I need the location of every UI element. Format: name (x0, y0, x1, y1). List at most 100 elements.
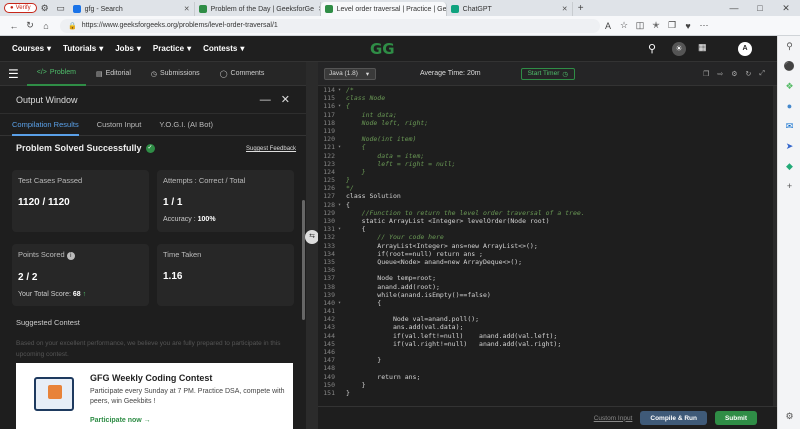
fold-icon[interactable] (338, 209, 346, 217)
read-aloud-icon[interactable]: A (600, 21, 616, 31)
maximize-icon[interactable]: □ (752, 3, 768, 13)
code-line[interactable]: 137 Node temp=root; (318, 274, 773, 282)
favorite-star-icon[interactable]: ☆ (616, 20, 632, 31)
avatar[interactable]: A (738, 42, 752, 56)
new-tab-icon[interactable]: + (573, 3, 589, 14)
minimize-icon[interactable]: — (260, 94, 271, 106)
code-line[interactable]: 133 ArrayList<Integer> ans=new ArrayList… (318, 242, 773, 250)
submit-button[interactable]: Submit (714, 411, 757, 425)
code-line[interactable]: 126 */ (318, 184, 773, 192)
favorites-icon[interactable]: ✭ (648, 20, 664, 31)
fold-icon[interactable] (338, 111, 346, 119)
drop-icon[interactable]: ➤ (778, 136, 800, 156)
fold-icon[interactable]: ▾ (338, 143, 346, 151)
participate-link[interactable]: Participate now → (90, 417, 151, 424)
add-icon[interactable]: + (778, 176, 800, 196)
extensions-icon[interactable]: ⚙ (37, 3, 53, 14)
fold-icon[interactable] (338, 168, 346, 176)
contest-card[interactable]: GFG Weekly Coding Contest Participate ev… (16, 363, 293, 429)
settings-gear-icon[interactable]: ⚙ (778, 406, 800, 426)
fullscreen-icon[interactable]: ⤢ (759, 70, 765, 78)
fold-icon[interactable] (338, 258, 346, 266)
code-line[interactable]: 149 return ans; (318, 373, 773, 381)
fold-icon[interactable] (338, 160, 346, 168)
fold-icon[interactable] (338, 274, 346, 282)
code-line[interactable]: 128 ▾{ (318, 201, 773, 209)
code-line[interactable]: 134 if(root==null) return ans ; (318, 250, 773, 258)
browser-essentials-icon[interactable]: ♥ (680, 21, 696, 31)
tab-submissions[interactable]: ◷ Submissions (141, 62, 210, 86)
tab-comments[interactable]: ◯ Comments (210, 62, 275, 86)
code-line[interactable]: 114 ▾/* (318, 86, 773, 94)
code-line[interactable]: 118 Node left, right; (318, 119, 773, 127)
code-line[interactable]: 139 while(anand.isEmpty()==false) (318, 291, 773, 299)
language-select[interactable]: Java (1.8) ▾ (324, 67, 376, 80)
code-line[interactable]: 129 //Function to return the level order… (318, 209, 773, 217)
panel-splitter[interactable]: ⇆ (305, 62, 319, 429)
fold-icon[interactable] (338, 176, 346, 184)
tab-yogi-ai-bot[interactable]: Y.O.G.I. (AI Bot) (159, 120, 213, 129)
fold-icon[interactable] (338, 364, 346, 372)
menu-tutorials[interactable]: Tutorials ▾ (63, 44, 103, 53)
code-line[interactable]: 132 // Your code here (318, 233, 773, 241)
tab-actions-icon[interactable]: ▭ (53, 3, 69, 14)
fold-icon[interactable] (338, 242, 346, 250)
code-line[interactable]: 125} (318, 176, 773, 184)
tab-custom-input[interactable]: Custom Input (97, 120, 142, 129)
code-line[interactable]: 116 ▾{ (318, 102, 773, 110)
tools-icon[interactable]: ❖ (778, 76, 800, 96)
tab-compilation-results[interactable]: Compilation Results (12, 114, 79, 136)
close-icon[interactable]: ✕ (314, 5, 320, 13)
notes-icon[interactable]: ▦ (698, 42, 707, 53)
close-icon[interactable]: ✕ (558, 5, 568, 13)
copilot-icon[interactable]: ◆ (778, 156, 800, 176)
fold-icon[interactable] (338, 152, 346, 160)
suggest-feedback-link[interactable]: Suggest Feedback (246, 146, 296, 152)
games-icon[interactable]: ● (778, 96, 800, 116)
custom-input-link[interactable]: Custom Input (594, 415, 633, 422)
outlook-icon[interactable]: ✉ (778, 116, 800, 136)
more-icon[interactable]: ⋯ (696, 20, 712, 31)
fold-icon[interactable] (338, 332, 346, 340)
browser-tab-potd[interactable]: Problem of the Day | GeeksforGe✕ (195, 2, 321, 16)
code-line[interactable]: 117 int data; (318, 111, 773, 119)
shopping-icon[interactable]: ⚫ (778, 56, 800, 76)
fold-icon[interactable] (338, 184, 346, 192)
search-icon[interactable]: ⚲ (648, 42, 656, 55)
close-window-icon[interactable]: ✕ (778, 3, 794, 14)
menu-practice[interactable]: Practice ▾ (153, 44, 191, 53)
fold-icon[interactable]: ▾ (338, 102, 346, 110)
fold-icon[interactable] (338, 283, 346, 291)
back-icon[interactable]: ← (6, 21, 22, 31)
code-line[interactable]: 150 } (318, 381, 773, 389)
code-line[interactable]: 142 Node val=anand.poll(); (318, 315, 773, 323)
gfg-logo[interactable]: GG (370, 40, 395, 58)
fold-icon[interactable] (338, 233, 346, 241)
menu-jobs[interactable]: Jobs ▾ (115, 44, 141, 53)
code-line[interactable]: 119 (318, 127, 773, 135)
fold-icon[interactable] (338, 373, 346, 381)
fold-icon[interactable] (338, 94, 346, 102)
home-icon[interactable]: ⌂ (38, 21, 54, 31)
copy-icon[interactable]: ❐ (703, 70, 709, 78)
left-panel-scrollbar[interactable] (302, 200, 305, 320)
editor-scrollbar[interactable] (773, 86, 777, 406)
fold-icon[interactable] (338, 192, 346, 200)
fold-icon[interactable] (338, 307, 346, 315)
fold-icon[interactable]: ▾ (338, 225, 346, 233)
code-line[interactable]: 146 (318, 348, 773, 356)
refresh-icon[interactable]: ↻ (22, 20, 38, 31)
browser-tab-chatgpt[interactable]: ChatGPT ✕ (447, 2, 573, 16)
settings-icon[interactable]: ⚙ (731, 70, 737, 78)
code-line[interactable]: 136 (318, 266, 773, 274)
collections-icon[interactable]: ❐ (664, 20, 680, 31)
code-line[interactable]: 145 if(val.right!=null) anand.add(val.ri… (318, 340, 773, 348)
code-line[interactable]: 140 ▾ { (318, 299, 773, 307)
code-line[interactable]: 121 ▾ { (318, 143, 773, 151)
fold-icon[interactable] (338, 323, 346, 331)
verify-button[interactable]: ● Verify (4, 3, 37, 13)
code-line[interactable]: 115 class Node (318, 94, 773, 102)
fold-icon[interactable] (338, 119, 346, 127)
code-line[interactable]: 143 ans.add(val.data); (318, 323, 773, 331)
fold-icon[interactable] (338, 135, 346, 143)
